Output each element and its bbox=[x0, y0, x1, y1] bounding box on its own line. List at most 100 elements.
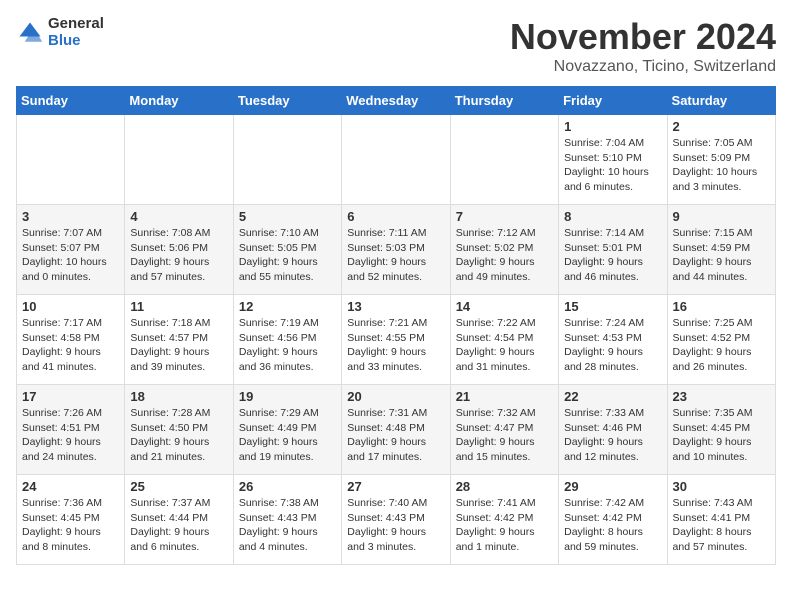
day-info: Sunrise: 7:07 AM Sunset: 5:07 PM Dayligh… bbox=[22, 226, 119, 285]
day-number: 8 bbox=[564, 209, 661, 224]
calendar-cell: 14 Sunrise: 7:22 AM Sunset: 4:54 PM Dayli… bbox=[450, 295, 558, 385]
calendar-cell: 21Sunrise: 7:32 AM Sunset: 4:47 PM Dayli… bbox=[450, 385, 558, 475]
header-day-wednesday: Wednesday bbox=[342, 87, 450, 115]
day-info: Sunrise: 7:11 AM Sunset: 5:03 PM Dayligh… bbox=[347, 226, 444, 285]
calendar-cell: 4 Sunrise: 7:08 AM Sunset: 5:06 PM Daylig… bbox=[125, 205, 233, 295]
calendar-table: SundayMondayTuesdayWednesdayThursdayFrid… bbox=[16, 86, 776, 565]
calendar-cell: 6 Sunrise: 7:11 AM Sunset: 5:03 PM Daylig… bbox=[342, 205, 450, 295]
calendar-cell: 11 Sunrise: 7:18 AM Sunset: 4:57 PM Dayli… bbox=[125, 295, 233, 385]
day-info: Sunrise: 7:10 AM Sunset: 5:05 PM Dayligh… bbox=[239, 226, 336, 285]
calendar-cell: 3 Sunrise: 7:07 AM Sunset: 5:07 PM Daylig… bbox=[17, 205, 125, 295]
day-number: 7 bbox=[456, 209, 553, 224]
day-number: 14 bbox=[456, 299, 553, 314]
day-info: Sunrise: 7:08 AM Sunset: 5:06 PM Dayligh… bbox=[130, 226, 227, 285]
day-number: 1 bbox=[564, 119, 661, 134]
day-number: 18 bbox=[130, 389, 227, 404]
day-number: 12 bbox=[239, 299, 336, 314]
calendar-cell: 24 Sunrise: 7:36 AM Sunset: 4:45 PM Dayli… bbox=[17, 475, 125, 565]
logo-text: General Blue bbox=[48, 16, 104, 49]
day-number: 23 bbox=[673, 389, 770, 404]
calendar-cell: 26Sunrise: 7:38 AM Sunset: 4:43 PM Dayli… bbox=[233, 475, 341, 565]
week-row-3: 10Sunrise: 7:17 AM Sunset: 4:58 PM Dayli… bbox=[17, 295, 776, 385]
day-number: 19 bbox=[239, 389, 336, 404]
day-number: 5 bbox=[239, 209, 336, 224]
day-info: Sunrise: 7:35 AM Sunset: 4:45 PM Dayligh… bbox=[673, 406, 770, 465]
day-number: 29 bbox=[564, 479, 661, 494]
day-info: Sunrise: 7:04 AM Sunset: 5:10 PM Dayligh… bbox=[564, 136, 661, 195]
day-info: Sunrise: 7:24 AM Sunset: 4:53 PM Dayligh… bbox=[564, 316, 661, 375]
calendar-cell: 30Sunrise: 7:43 AM Sunset: 4:41 PM Dayli… bbox=[667, 475, 775, 565]
location: Novazzano, Ticino, Switzerland bbox=[510, 58, 776, 76]
day-number: 3 bbox=[22, 209, 119, 224]
day-info: Sunrise: 7:36 AM Sunset: 4:45 PM Dayligh… bbox=[22, 496, 119, 555]
calendar-cell: 12 Sunrise: 7:19 AM Sunset: 4:56 PM Dayli… bbox=[233, 295, 341, 385]
calendar-cell: 29 Sunrise: 7:42 AM Sunset: 4:42 PM Dayli… bbox=[559, 475, 667, 565]
logo-general-text: General bbox=[48, 16, 104, 33]
day-info: Sunrise: 7:29 AM Sunset: 4:49 PM Dayligh… bbox=[239, 406, 336, 465]
calendar-body: 1 Sunrise: 7:04 AM Sunset: 5:10 PM Daylig… bbox=[17, 115, 776, 565]
header-row: SundayMondayTuesdayWednesdayThursdayFrid… bbox=[17, 87, 776, 115]
day-info: Sunrise: 7:25 AM Sunset: 4:52 PM Dayligh… bbox=[673, 316, 770, 375]
day-number: 6 bbox=[347, 209, 444, 224]
calendar-cell: 23 Sunrise: 7:35 AM Sunset: 4:45 PM Dayli… bbox=[667, 385, 775, 475]
header-day-saturday: Saturday bbox=[667, 87, 775, 115]
calendar-cell: 20 Sunrise: 7:31 AM Sunset: 4:48 PM Dayli… bbox=[342, 385, 450, 475]
day-info: Sunrise: 7:15 AM Sunset: 4:59 PM Dayligh… bbox=[673, 226, 770, 285]
day-info: Sunrise: 7:37 AM Sunset: 4:44 PM Dayligh… bbox=[130, 496, 227, 555]
day-number: 24 bbox=[22, 479, 119, 494]
day-number: 28 bbox=[456, 479, 553, 494]
day-info: Sunrise: 7:18 AM Sunset: 4:57 PM Dayligh… bbox=[130, 316, 227, 375]
day-info: Sunrise: 7:43 AM Sunset: 4:41 PM Dayligh… bbox=[673, 496, 770, 555]
logo-blue-text: Blue bbox=[48, 33, 104, 50]
header-day-monday: Monday bbox=[125, 87, 233, 115]
calendar-cell: 17 Sunrise: 7:26 AM Sunset: 4:51 PM Dayli… bbox=[17, 385, 125, 475]
day-number: 16 bbox=[673, 299, 770, 314]
day-number: 20 bbox=[347, 389, 444, 404]
day-info: Sunrise: 7:31 AM Sunset: 4:48 PM Dayligh… bbox=[347, 406, 444, 465]
header-day-thursday: Thursday bbox=[450, 87, 558, 115]
day-number: 17 bbox=[22, 389, 119, 404]
day-info: Sunrise: 7:17 AM Sunset: 4:58 PM Dayligh… bbox=[22, 316, 119, 375]
calendar-cell: 5 Sunrise: 7:10 AM Sunset: 5:05 PM Daylig… bbox=[233, 205, 341, 295]
header: General Blue November 2024 Novazzano, Ti… bbox=[16, 16, 776, 76]
day-number: 11 bbox=[130, 299, 227, 314]
calendar-cell: 8 Sunrise: 7:14 AM Sunset: 5:01 PM Daylig… bbox=[559, 205, 667, 295]
day-info: Sunrise: 7:21 AM Sunset: 4:55 PM Dayligh… bbox=[347, 316, 444, 375]
header-day-sunday: Sunday bbox=[17, 87, 125, 115]
day-number: 2 bbox=[673, 119, 770, 134]
calendar-cell: 9 Sunrise: 7:15 AM Sunset: 4:59 PM Daylig… bbox=[667, 205, 775, 295]
calendar-header: SundayMondayTuesdayWednesdayThursdayFrid… bbox=[17, 87, 776, 115]
calendar-cell: 22Sunrise: 7:33 AM Sunset: 4:46 PM Dayli… bbox=[559, 385, 667, 475]
calendar-cell: 16 Sunrise: 7:25 AM Sunset: 4:52 PM Dayli… bbox=[667, 295, 775, 385]
header-day-tuesday: Tuesday bbox=[233, 87, 341, 115]
calendar-cell: 7Sunrise: 7:12 AM Sunset: 5:02 PM Daylig… bbox=[450, 205, 558, 295]
day-number: 9 bbox=[673, 209, 770, 224]
calendar-cell: 19 Sunrise: 7:29 AM Sunset: 4:49 PM Dayli… bbox=[233, 385, 341, 475]
calendar-cell: 28Sunrise: 7:41 AM Sunset: 4:42 PM Dayli… bbox=[450, 475, 558, 565]
week-row-1: 1 Sunrise: 7:04 AM Sunset: 5:10 PM Daylig… bbox=[17, 115, 776, 205]
day-info: Sunrise: 7:05 AM Sunset: 5:09 PM Dayligh… bbox=[673, 136, 770, 195]
week-row-4: 17 Sunrise: 7:26 AM Sunset: 4:51 PM Dayli… bbox=[17, 385, 776, 475]
day-info: Sunrise: 7:42 AM Sunset: 4:42 PM Dayligh… bbox=[564, 496, 661, 555]
calendar-cell bbox=[342, 115, 450, 205]
day-info: Sunrise: 7:19 AM Sunset: 4:56 PM Dayligh… bbox=[239, 316, 336, 375]
day-info: Sunrise: 7:22 AM Sunset: 4:54 PM Dayligh… bbox=[456, 316, 553, 375]
calendar-cell bbox=[125, 115, 233, 205]
calendar-cell bbox=[450, 115, 558, 205]
day-info: Sunrise: 7:38 AM Sunset: 4:43 PM Dayligh… bbox=[239, 496, 336, 555]
calendar-cell bbox=[233, 115, 341, 205]
day-number: 13 bbox=[347, 299, 444, 314]
calendar-cell: 27 Sunrise: 7:40 AM Sunset: 4:43 PM Dayli… bbox=[342, 475, 450, 565]
calendar-cell: 15Sunrise: 7:24 AM Sunset: 4:53 PM Dayli… bbox=[559, 295, 667, 385]
day-info: Sunrise: 7:26 AM Sunset: 4:51 PM Dayligh… bbox=[22, 406, 119, 465]
logo-icon bbox=[16, 19, 44, 47]
day-info: Sunrise: 7:14 AM Sunset: 5:01 PM Dayligh… bbox=[564, 226, 661, 285]
day-info: Sunrise: 7:40 AM Sunset: 4:43 PM Dayligh… bbox=[347, 496, 444, 555]
day-info: Sunrise: 7:32 AM Sunset: 4:47 PM Dayligh… bbox=[456, 406, 553, 465]
day-number: 27 bbox=[347, 479, 444, 494]
calendar-cell: 10Sunrise: 7:17 AM Sunset: 4:58 PM Dayli… bbox=[17, 295, 125, 385]
calendar-cell: 2 Sunrise: 7:05 AM Sunset: 5:09 PM Daylig… bbox=[667, 115, 775, 205]
calendar-cell bbox=[17, 115, 125, 205]
day-number: 4 bbox=[130, 209, 227, 224]
week-row-2: 3 Sunrise: 7:07 AM Sunset: 5:07 PM Daylig… bbox=[17, 205, 776, 295]
